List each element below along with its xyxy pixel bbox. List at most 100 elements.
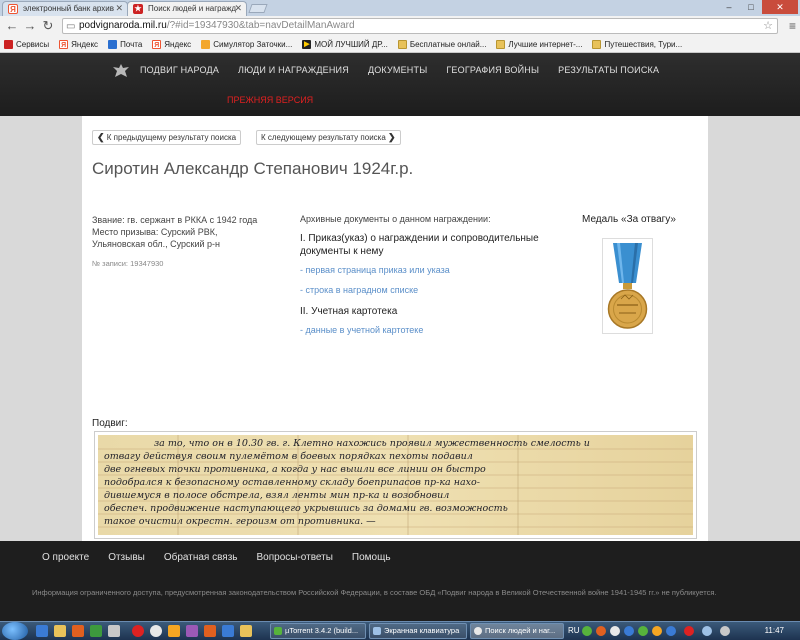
website: ПОДВИГ НАРОДА ЛЮДИ И НАГРАЖДЕНИЯ ДОКУМЕН… <box>0 53 800 640</box>
eagle-emblem-icon[interactable] <box>112 63 130 79</box>
taskbar-chrome-window[interactable]: Поиск людей и наг... <box>470 623 564 639</box>
yandex-icon: Я <box>59 39 69 49</box>
menu-icon[interactable]: ≡ <box>789 19 796 33</box>
bookmark-services[interactable]: Сервисы <box>4 39 49 49</box>
footer-about[interactable]: О проекте <box>42 552 89 563</box>
tray-icon[interactable] <box>638 626 648 636</box>
link-order-first-page[interactable]: - первая страница приказ или указа <box>300 265 550 275</box>
close-tab-icon[interactable]: ✕ <box>234 2 242 15</box>
bookmark-music[interactable]: ▶ МОЙ ЛУЧШИЙ ДР... <box>302 39 388 49</box>
app-icon[interactable] <box>186 625 198 637</box>
bookmark-label: МОЙ ЛУЧШИЙ ДР... <box>314 39 388 49</box>
bookmark-star-icon[interactable]: ☆ <box>763 19 773 33</box>
nav-search-results[interactable]: РЕЗУЛЬТАТЫ ПОИСКА <box>558 65 659 75</box>
app-icon[interactable] <box>240 625 252 637</box>
simulator-icon <box>201 39 211 49</box>
medal-title: Медаль «За отвагу» <box>582 214 676 225</box>
app-icon[interactable] <box>222 625 234 637</box>
address-bar[interactable]: ▭ podvignaroda.mil.ru/?#id=19347930&tab=… <box>62 18 778 34</box>
site-header: ПОДВИГ НАРОДА ЛЮДИ И НАГРАЖДЕНИЯ ДОКУМЕН… <box>0 53 800 116</box>
tray-icon[interactable] <box>610 626 620 636</box>
reload-icon[interactable]: ↻ <box>40 18 56 34</box>
chrome-icon[interactable] <box>150 625 162 637</box>
bookmark-mail[interactable]: Почта <box>108 39 143 49</box>
handwriting-line: подобрался к безопасному оставленному ск… <box>104 477 480 488</box>
bookmark-folder-travel[interactable]: Путешествия, Тури... <box>592 39 683 49</box>
start-button-icon[interactable] <box>2 622 28 640</box>
tray-icon[interactable] <box>582 626 592 636</box>
footer-faq[interactable]: Вопросы-ответы <box>257 552 333 563</box>
nav-documents[interactable]: ДОКУМЕНТЫ <box>368 65 427 75</box>
nav-war-geography[interactable]: ГЕОГРАФИЯ ВОЙНЫ <box>446 65 539 75</box>
chrome-icon <box>474 627 482 635</box>
tray-icon[interactable] <box>684 626 694 636</box>
bookmark-label: Путешествия, Тури... <box>604 39 683 49</box>
tray-icon[interactable] <box>596 626 606 636</box>
clock[interactable]: 11:47 <box>765 626 784 635</box>
nav-people-awards[interactable]: ЛЮДИ И НАГРАЖДЕНИЯ <box>238 65 349 75</box>
tray-icon[interactable] <box>624 626 634 636</box>
taskbar-onscreen-keyboard[interactable]: Экранная клавиатура <box>369 623 467 639</box>
prev-result-button[interactable]: ❮ К предыдущему результату поиска <box>92 130 242 145</box>
close-tab-icon[interactable]: ✕ <box>115 2 123 15</box>
page-title: Сиротин Александр Степанович 1924г.р. <box>92 159 414 178</box>
prev-result-label: К предыдущему результату поиска <box>106 133 237 142</box>
feat-label: Подвиг: <box>92 418 128 429</box>
old-version-link[interactable]: ПРЕЖНЯЯ ВЕРСИЯ <box>227 95 313 105</box>
language-indicator[interactable]: RU <box>568 626 580 635</box>
taskbar-utorrent[interactable]: µTorrent 3.4.2 (build... <box>270 623 366 639</box>
bookmark-simulator[interactable]: Симулятор Заточки... <box>201 39 292 49</box>
keyboard-icon <box>373 627 381 635</box>
app-icon[interactable] <box>204 625 216 637</box>
footer-feedback[interactable]: Обратная связь <box>164 552 238 563</box>
feat-document-scan[interactable]: за то, что он в 10.30 гв. г. Клетно нахо… <box>94 431 697 539</box>
main-navigation: ПОДВИГ НАРОДА ЛЮДИ И НАГРАЖДЕНИЯ ДОКУМЕН… <box>140 65 678 75</box>
bookmarks-bar: Сервисы Я Яндекс Почта Я Яндекс Симулятор … <box>0 36 800 53</box>
apps-grid-icon <box>4 39 13 49</box>
music-icon: ▶ <box>302 39 312 49</box>
page-icon: ▭ <box>66 21 76 32</box>
app-icon[interactable] <box>108 625 120 637</box>
link-card-index-data[interactable]: - данные в учетной картотеке <box>300 325 550 335</box>
bookmark-yandex-2[interactable]: Я Яндекс <box>152 39 192 49</box>
person-details: Звание: гв. сержант в РККА с 1942 года М… <box>92 214 262 270</box>
tray-icon[interactable] <box>666 626 676 636</box>
bookmark-yandex[interactable]: Я Яндекс <box>59 39 98 49</box>
footer-legal-notice: Информация ограниченного доступа, предус… <box>32 588 717 597</box>
podvig-favicon-icon: ★ <box>133 4 143 14</box>
volume-icon[interactable] <box>720 626 730 636</box>
utorrent-icon <box>274 627 282 635</box>
opera-icon[interactable] <box>132 625 144 637</box>
bookmark-label: Лучшие интернет-... <box>508 39 583 49</box>
link-award-list-row[interactable]: - строка в наградном списке <box>300 285 550 295</box>
bookmark-folder-free[interactable]: Бесплатные онлай... <box>397 39 486 49</box>
app-icon[interactable] <box>90 625 102 637</box>
minimize-icon[interactable]: – <box>718 0 740 14</box>
explorer-folder-icon[interactable] <box>54 625 66 637</box>
app-icon[interactable] <box>168 625 180 637</box>
browser-tab-podvig[interactable]: ★ Поиск людей и награжд ✕ <box>127 1 247 16</box>
ie-icon[interactable] <box>36 625 48 637</box>
site-footer: О проекте Отзывы Обратная связь Вопросы-… <box>0 541 800 627</box>
handwriting-line: за то, что он в 10.30 гв. г. Клетно нахо… <box>154 438 590 449</box>
medal-image[interactable] <box>602 238 653 334</box>
bookmark-label: Почта <box>120 39 143 49</box>
network-icon[interactable] <box>702 626 712 636</box>
forward-arrow-icon[interactable]: → <box>22 18 38 34</box>
back-arrow-icon[interactable]: ← <box>4 18 20 34</box>
medal-for-courage-icon <box>607 243 648 329</box>
footer-reviews[interactable]: Отзывы <box>108 552 145 563</box>
browser-tab-strip: Я электронный банк архив ✕ ★ Поиск людей… <box>0 0 800 16</box>
close-window-icon[interactable]: ✕ <box>762 0 798 14</box>
browser-tab-archive[interactable]: Я электронный банк архив ✕ <box>2 1 128 16</box>
next-result-button[interactable]: К следующему результату поиска ❯ <box>256 130 401 145</box>
bookmark-label: Яндекс <box>164 39 192 49</box>
bookmark-folder-best[interactable]: Лучшие интернет-... <box>496 39 583 49</box>
maximize-icon[interactable]: □ <box>740 0 762 14</box>
nav-podvig-naroda[interactable]: ПОДВИГ НАРОДА <box>140 65 219 75</box>
url-host: podvignaroda.mil.ru <box>79 20 167 31</box>
media-player-icon[interactable] <box>72 625 84 637</box>
tray-icon[interactable] <box>652 626 662 636</box>
footer-help[interactable]: Помощь <box>352 552 391 563</box>
new-tab-button[interactable] <box>248 4 268 13</box>
